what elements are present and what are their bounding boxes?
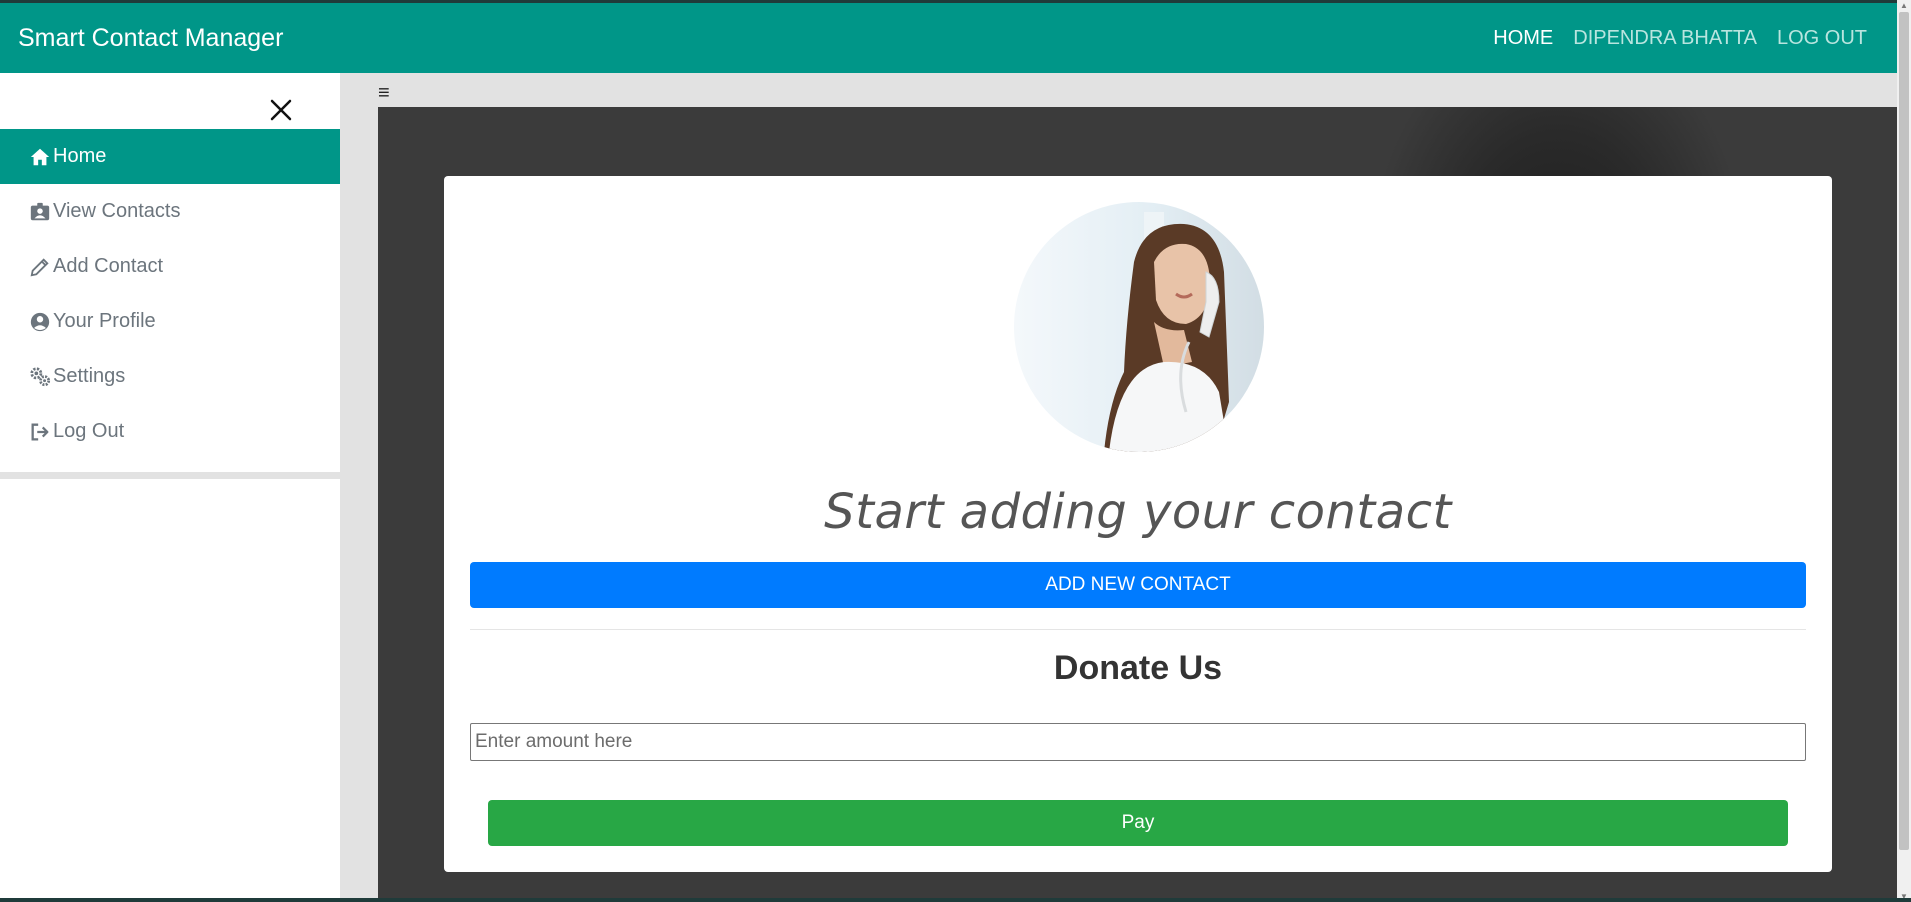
brand-title[interactable]: Smart Contact Manager xyxy=(18,24,1493,53)
main-card: Start adding your contact ADD NEW CONTAC… xyxy=(444,176,1832,872)
window-bottom-border xyxy=(0,898,1911,902)
contact-illustration xyxy=(1014,202,1264,452)
sidebar-item-view-contacts[interactable]: View Contacts xyxy=(0,184,340,239)
amount-input[interactable] xyxy=(470,723,1806,761)
sidebar: Home View Contacts Add Contact Your Prof… xyxy=(0,73,340,902)
sidebar-item-label: Home xyxy=(53,145,107,167)
vertical-scrollbar[interactable]: ▲ ▼ xyxy=(1897,0,1911,902)
contact-card-icon xyxy=(30,202,50,220)
donate-title: Donate Us xyxy=(1053,649,1223,687)
sidebar-item-logout[interactable]: Log Out xyxy=(0,404,340,459)
sidebar-item-label: Add Contact xyxy=(53,255,164,277)
sidebar-item-label: View Contacts xyxy=(53,200,181,222)
user-circle-icon xyxy=(30,312,50,331)
scroll-up-icon[interactable]: ▲ xyxy=(1900,1,1908,10)
close-icon[interactable] xyxy=(266,95,296,125)
divider xyxy=(470,629,1806,630)
sidebar-item-label: Settings xyxy=(53,365,126,387)
sidebar-menu: Home View Contacts Add Contact Your Prof… xyxy=(0,129,340,459)
gears-icon xyxy=(30,366,51,386)
scroll-thumb[interactable] xyxy=(1899,12,1909,850)
home-icon xyxy=(30,148,50,165)
top-navbar: Smart Contact Manager HOME DIPENDRA BHAT… xyxy=(0,3,1897,73)
sidebar-item-label: Your Profile xyxy=(53,310,156,332)
sidebar-item-home[interactable]: Home xyxy=(0,129,340,184)
pay-button[interactable]: Pay xyxy=(488,800,1788,846)
sidebar-item-your-profile[interactable]: Your Profile xyxy=(0,294,340,349)
nav-link-home[interactable]: HOME xyxy=(1493,27,1553,50)
add-new-contact-button[interactable]: ADD NEW CONTACT xyxy=(470,562,1806,608)
sidebar-item-add-contact[interactable]: Add Contact xyxy=(0,239,340,294)
pencil-icon xyxy=(30,257,49,276)
content-gutter xyxy=(340,73,378,902)
nav-links: HOME DIPENDRA BHATTA LOG OUT xyxy=(1493,27,1867,50)
content-menubar: ≡ xyxy=(340,73,1897,107)
sidebar-item-settings[interactable]: Settings xyxy=(0,349,340,404)
nav-link-logout[interactable]: LOG OUT xyxy=(1777,27,1867,50)
hamburger-icon[interactable]: ≡ xyxy=(378,83,390,103)
nav-link-user[interactable]: DIPENDRA BHATTA xyxy=(1573,27,1757,50)
sidebar-divider xyxy=(0,472,340,479)
sign-out-icon xyxy=(31,423,49,440)
sidebar-item-label: Log Out xyxy=(53,420,125,442)
page-title: Start adding your contact xyxy=(824,484,1452,540)
